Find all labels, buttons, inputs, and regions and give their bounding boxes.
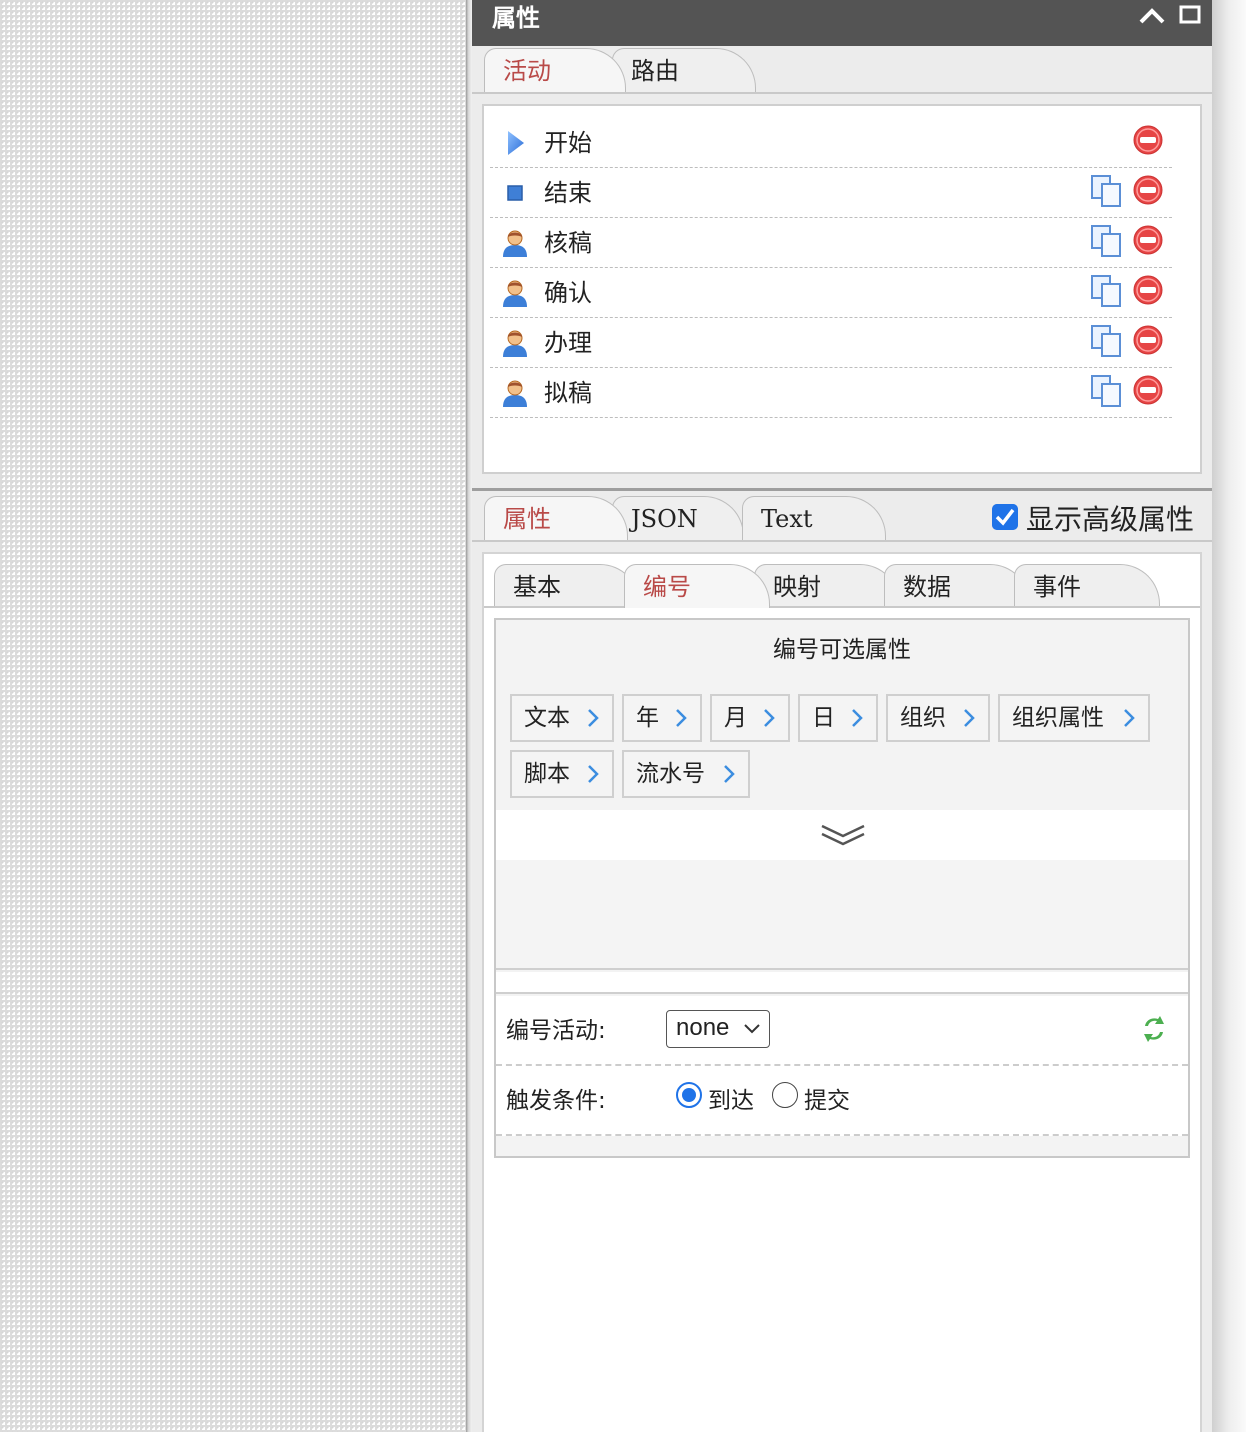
- activity-tabbar: 活动 路由: [472, 48, 1212, 94]
- activity-label: 拟稿: [544, 379, 592, 407]
- tab-data[interactable]: 数据: [884, 564, 1030, 608]
- radio-arrive-label: 到达: [708, 1088, 754, 1114]
- chip-text[interactable]: 文本: [510, 694, 614, 742]
- subtab-bar: 基本 编号 映射 数据 事件: [484, 564, 1200, 610]
- trigger-label: 触发条件:: [506, 1088, 606, 1114]
- panel-title: 属性: [492, 4, 540, 32]
- remove-icon[interactable]: [1132, 124, 1164, 156]
- list-item[interactable]: 结束: [490, 168, 1172, 218]
- copy-icon[interactable]: [1090, 224, 1124, 258]
- tab-json[interactable]: JSON: [612, 496, 744, 540]
- chevron-right-icon: [852, 709, 863, 727]
- properties-panel: 属性 活动 路由 开始 结束 核稿 确认 办理 拟稿 属性 JSON Text …: [472, 0, 1212, 1432]
- activity-label: 开始: [544, 129, 592, 157]
- section-divider: [472, 488, 1212, 491]
- activity-label: 办理: [544, 329, 592, 357]
- numbering-preview: [496, 860, 1188, 970]
- list-item[interactable]: 确认: [490, 268, 1172, 318]
- maximize-icon[interactable]: [1178, 4, 1202, 28]
- remove-icon[interactable]: [1132, 224, 1164, 256]
- tab-mapping[interactable]: 映射: [754, 564, 900, 608]
- properties-content: 基本 编号 映射 数据 事件 编号可选属性 文本 年 月 日 组织 组织属性 脚…: [482, 552, 1202, 1432]
- chip-organization-attribute[interactable]: 组织属性: [998, 694, 1150, 742]
- copy-icon[interactable]: [1090, 324, 1124, 358]
- user-icon: [503, 330, 527, 357]
- chevron-right-icon: [588, 709, 599, 727]
- tab-activities[interactable]: 活动: [484, 48, 626, 92]
- numbering-title: 编号可选属性: [773, 637, 911, 663]
- tab-events[interactable]: 事件: [1014, 564, 1160, 608]
- activity-label: 结束: [544, 179, 592, 207]
- remove-icon[interactable]: [1132, 374, 1164, 406]
- remove-icon[interactable]: [1132, 274, 1164, 306]
- chevron-right-icon: [1124, 709, 1135, 727]
- chevron-right-icon: [764, 709, 775, 727]
- chevron-right-icon: [676, 709, 687, 727]
- list-item[interactable]: 核稿: [490, 218, 1172, 268]
- copy-icon[interactable]: [1090, 374, 1124, 408]
- activity-label: 确认: [544, 279, 592, 307]
- advanced-label: 显示高级属性: [1026, 503, 1195, 536]
- activity-list: 开始 结束 核稿 确认 办理 拟稿: [482, 104, 1202, 474]
- expand-strip: [496, 810, 1188, 860]
- spacer-row: [496, 972, 1188, 994]
- stop-icon: [507, 185, 523, 201]
- user-icon: [503, 280, 527, 307]
- double-chevron-down-icon[interactable]: [818, 820, 868, 850]
- remove-icon[interactable]: [1132, 174, 1164, 206]
- tab-properties[interactable]: 属性: [484, 496, 628, 540]
- chevron-right-icon: [588, 765, 599, 783]
- user-icon: [503, 230, 527, 257]
- play-icon: [508, 131, 524, 155]
- copy-icon[interactable]: [1090, 274, 1124, 308]
- list-item[interactable]: 拟稿: [490, 368, 1172, 418]
- chip-script[interactable]: 脚本: [510, 750, 614, 798]
- numbering-activity-label: 编号活动:: [506, 1018, 606, 1044]
- checkbox-checked-icon[interactable]: [992, 504, 1018, 530]
- tab-basic[interactable]: 基本: [494, 564, 640, 608]
- chevron-down-icon: [744, 1024, 760, 1034]
- chip-month[interactable]: 月: [710, 694, 790, 742]
- panel-shadow: [1212, 0, 1246, 1432]
- list-item[interactable]: 开始: [490, 118, 1172, 168]
- chip-day[interactable]: 日: [798, 694, 878, 742]
- refresh-icon[interactable]: [1140, 1014, 1168, 1044]
- remove-icon[interactable]: [1132, 324, 1164, 356]
- numbering-activity-select[interactable]: none: [666, 1010, 770, 1048]
- chevron-up-icon[interactable]: [1138, 4, 1166, 28]
- flow-canvas[interactable]: [0, 0, 466, 1432]
- tab-text[interactable]: Text: [742, 496, 886, 540]
- numbering-activity-row: 编号活动: none: [496, 996, 1188, 1066]
- activity-label: 核稿: [544, 229, 592, 257]
- copy-icon[interactable]: [1090, 174, 1124, 208]
- user-icon: [503, 380, 527, 407]
- chevron-right-icon: [964, 709, 975, 727]
- chip-serial-number[interactable]: 流水号: [622, 750, 750, 798]
- radio-submit-label: 提交: [804, 1088, 850, 1114]
- radio-submit[interactable]: [772, 1082, 798, 1108]
- tab-routes[interactable]: 路由: [612, 48, 756, 92]
- chip-organization[interactable]: 组织: [886, 694, 990, 742]
- numbering-panel: 编号可选属性 文本 年 月 日 组织 组织属性 脚本 流水号 编号活动: non…: [494, 618, 1190, 1158]
- list-item[interactable]: 办理: [490, 318, 1172, 368]
- trigger-row: 触发条件: 到达 提交: [496, 1066, 1188, 1136]
- panel-header: 属性: [472, 0, 1212, 46]
- chip-year[interactable]: 年: [622, 694, 702, 742]
- radio-arrive[interactable]: [676, 1082, 702, 1108]
- chevron-right-icon: [724, 765, 735, 783]
- tab-numbering[interactable]: 编号: [624, 564, 770, 608]
